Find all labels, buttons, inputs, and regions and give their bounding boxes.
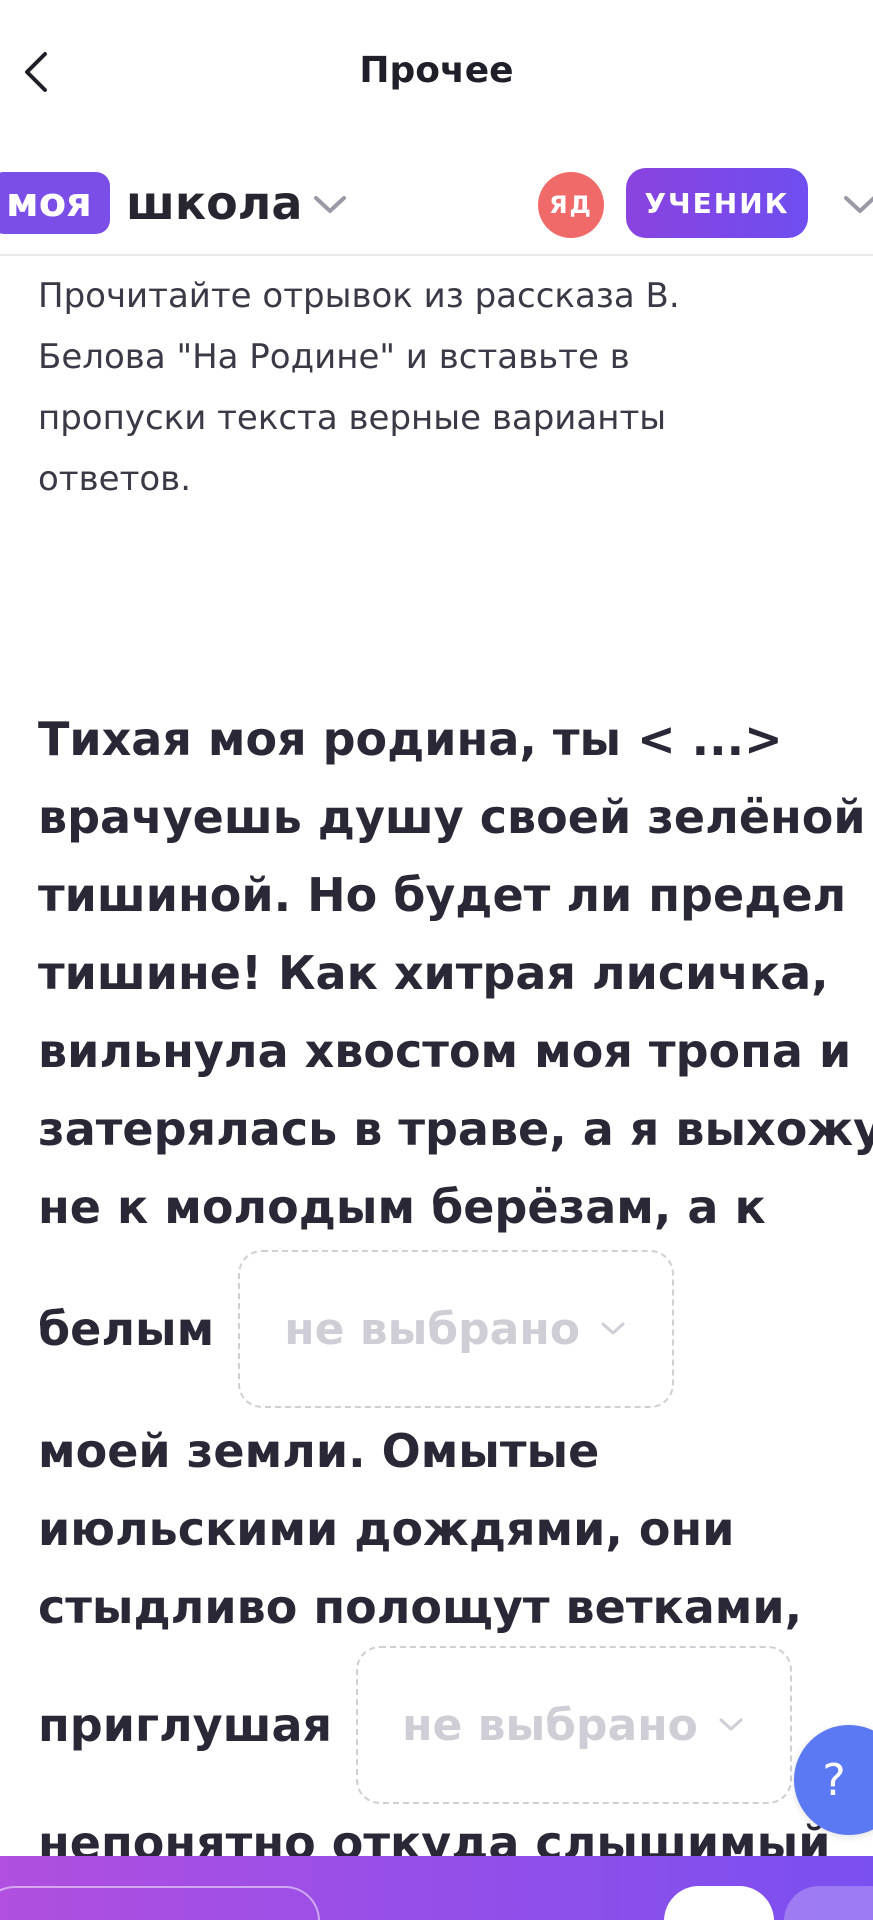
passage-line: врачуешь душу своей зелёной bbox=[38, 790, 866, 844]
top-nav: Прочее bbox=[0, 0, 873, 150]
page-title: Прочее bbox=[359, 50, 514, 91]
bottom-right-button[interactable] bbox=[784, 1886, 873, 1920]
avatar[interactable]: ЯД bbox=[538, 172, 604, 238]
passage-line: стыдливо полощут ветками, bbox=[38, 1580, 803, 1634]
passage-text: Тихая моя родина, ты < ...> врачуешь душ… bbox=[38, 700, 873, 1246]
gap2-before-text: приглушая bbox=[38, 1698, 333, 1752]
chevron-down-icon[interactable] bbox=[842, 194, 873, 216]
header-divider bbox=[0, 254, 873, 256]
bottom-bar bbox=[0, 1856, 873, 1920]
bottom-left-button[interactable] bbox=[0, 1886, 320, 1920]
chevron-down-icon bbox=[719, 1718, 743, 1731]
passage-line: затерялась в траве, а я выхожу bbox=[38, 1102, 873, 1156]
passage-line: Тихая моя родина, ты < ...> bbox=[38, 712, 783, 766]
answer-dropdown-2[interactable]: не выбрано bbox=[356, 1646, 793, 1804]
dropdown-placeholder: не выбрано bbox=[402, 1699, 698, 1751]
app-header: моя школа ЯД УЧЕНИК bbox=[0, 162, 873, 252]
dropdown-placeholder: не выбрано bbox=[284, 1303, 580, 1355]
answer-dropdown-1[interactable]: не выбрано bbox=[238, 1250, 675, 1408]
passage-line: вильнула хвостом моя тропа и bbox=[38, 1024, 852, 1078]
passage-line: не к молодым берёзам, а к bbox=[38, 1180, 766, 1234]
gap1-before-text: белым bbox=[38, 1302, 215, 1356]
bottom-mid-button[interactable] bbox=[664, 1886, 774, 1920]
passage-line: тишине! Как хитрая лисичка, bbox=[38, 946, 829, 1000]
gap-line-1: белым не выбрано bbox=[38, 1250, 675, 1408]
passage-line: моей земли. Омытые bbox=[38, 1424, 600, 1478]
task-instruction: Прочитайте отрывок из рассказа В. Белова… bbox=[38, 276, 680, 499]
logo-shkola[interactable]: школа bbox=[126, 172, 302, 234]
page: Прочее моя школа ЯД УЧЕНИК Прочитайте от… bbox=[0, 0, 873, 1920]
passage-text-continued: моей земли. Омытые июльскими дождями, он… bbox=[38, 1412, 838, 1646]
passage-line: тишиной. Но будет ли предел bbox=[38, 868, 847, 922]
gap-line-2: приглушая не выбрано , bbox=[38, 1646, 844, 1804]
chevron-down-icon bbox=[601, 1322, 625, 1335]
passage-line: июльскими дождями, они bbox=[38, 1502, 735, 1556]
role-button[interactable]: УЧЕНИК bbox=[626, 168, 808, 238]
chevron-down-icon[interactable] bbox=[312, 194, 348, 216]
logo-moya[interactable]: моя bbox=[0, 172, 110, 234]
